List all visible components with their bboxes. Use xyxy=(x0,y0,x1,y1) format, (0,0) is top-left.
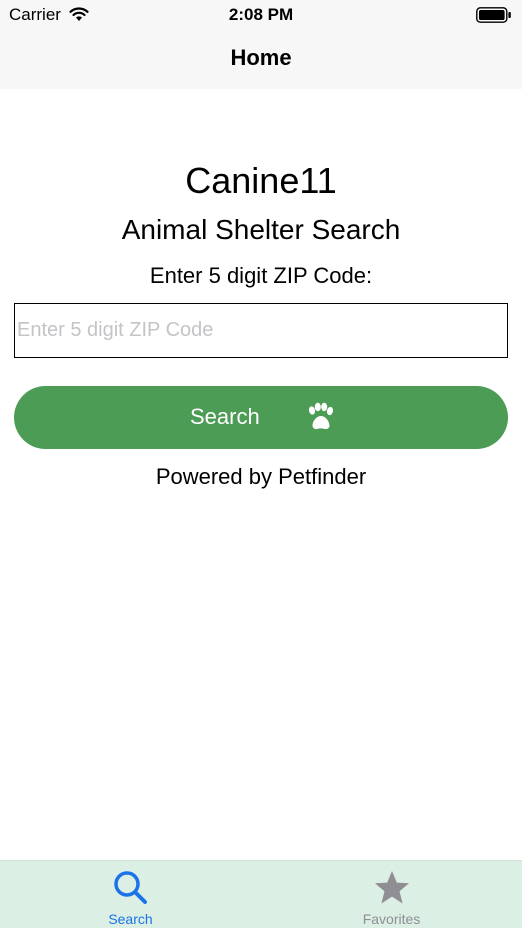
search-button-label: Search xyxy=(190,404,260,429)
nav-title: Home xyxy=(230,45,292,70)
search-button[interactable]: Search xyxy=(14,386,508,449)
status-bar: Carrier 2:08 PM xyxy=(0,0,522,30)
app-title: Canine11 xyxy=(185,160,337,201)
page-subtitle: Animal Shelter Search xyxy=(121,214,401,245)
powered-by-label: Powered by Petfinder xyxy=(155,464,367,489)
star-icon xyxy=(375,871,409,904)
battery-icon xyxy=(476,7,511,23)
status-time: 2:08 PM xyxy=(228,5,294,24)
tab-favorites[interactable]: Favorites xyxy=(261,861,522,928)
paw-icon xyxy=(308,402,334,430)
magnifier-icon xyxy=(114,871,147,904)
tab-search[interactable]: Search xyxy=(0,861,261,928)
tab-bar: Search Favorites xyxy=(0,860,522,928)
zip-code-input[interactable] xyxy=(14,303,508,358)
tab-favorites-label: Favorites xyxy=(362,911,421,927)
zip-code-label: Enter 5 digit ZIP Code: xyxy=(149,263,373,288)
navigation-bar: Home xyxy=(0,30,522,89)
tab-search-label: Search xyxy=(108,911,153,927)
